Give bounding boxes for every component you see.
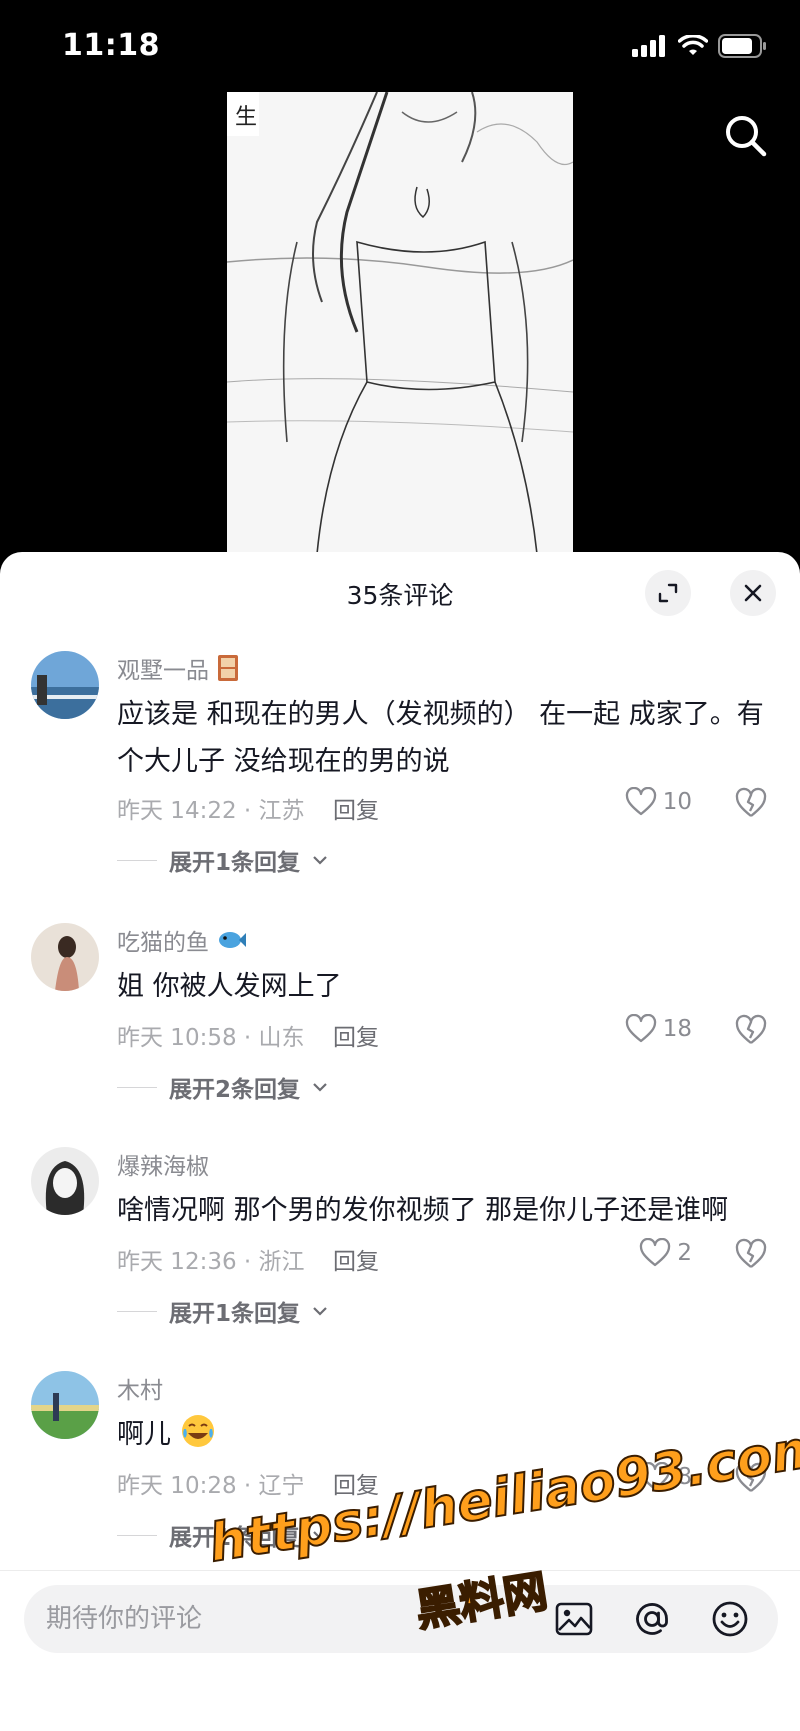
comment-input-bar [24, 1585, 778, 1653]
avatar[interactable] [31, 923, 99, 991]
dislike-button[interactable] [734, 1462, 768, 1496]
expand-replies[interactable]: 展开1条回复 [117, 1518, 328, 1552]
comment-input[interactable] [46, 1585, 526, 1653]
broken-heart-icon [735, 1238, 767, 1268]
close-icon [744, 584, 762, 602]
search-icon [726, 116, 767, 157]
expand-replies[interactable]: 展开1条回复 [117, 1294, 328, 1328]
reply-button[interactable]: 回复 [333, 1018, 379, 1052]
avatar[interactable] [31, 1147, 99, 1215]
like-button[interactable]: 10 [625, 787, 692, 817]
battery-icon [718, 34, 766, 58]
comment-text: 啥情况啊 那个男的发你视频了 那是你儿子还是谁啊 [117, 1195, 729, 1226]
chevron-down-icon [313, 1531, 327, 1540]
like-count: 18 [662, 1016, 692, 1042]
at-icon [636, 1603, 668, 1635]
comment-author[interactable]: 观墅一品 [117, 651, 239, 685]
divider [117, 1310, 157, 1312]
wifi-icon [678, 35, 708, 55]
comment-meta: 昨天 10:28 · 辽宁 [117, 1473, 305, 1499]
divider [117, 859, 157, 861]
comment-text: 应该是 和现在的男人（发视频的） 在一起 成家了。有个大儿子 没给现在的男的说 [117, 699, 764, 777]
divider [117, 1534, 157, 1536]
emoji-icon [712, 1601, 748, 1637]
like-button[interactable]: 18 [625, 1014, 692, 1044]
comment-author[interactable]: 木村 [117, 1371, 163, 1405]
signal-icon [632, 35, 665, 57]
like-count: 8 [677, 1464, 692, 1490]
broken-heart-icon [735, 1014, 767, 1044]
reply-button[interactable]: 回复 [333, 791, 379, 825]
avatar[interactable] [31, 1371, 99, 1439]
comment-meta: 昨天 10:58 · 山东 [117, 1025, 305, 1051]
chevron-down-icon [313, 856, 327, 865]
divider [117, 1086, 157, 1088]
expand-replies[interactable]: 展开1条回复 [117, 843, 328, 877]
video-thumbnail[interactable]: 生 [227, 92, 573, 554]
search-button[interactable] [720, 110, 772, 162]
divider [0, 1570, 800, 1571]
comment-meta: 昨天 12:36 · 浙江 [117, 1249, 305, 1275]
close-button[interactable] [730, 570, 776, 616]
svg-text:生: 生 [235, 105, 257, 130]
status-icons [632, 34, 768, 58]
mention-button[interactable] [632, 1599, 672, 1639]
sheet-header: 35条评论 [0, 552, 800, 634]
comment-text: 啊儿 [117, 1411, 777, 1458]
status-time: 11:18 [62, 28, 160, 63]
broken-heart-icon [735, 787, 767, 817]
image-button[interactable] [554, 1599, 594, 1639]
dislike-button[interactable] [734, 1238, 768, 1272]
chevron-down-icon [313, 1307, 327, 1316]
heart-icon [640, 1238, 671, 1267]
avatar[interactable] [31, 651, 99, 719]
fish-emoji-icon [219, 932, 246, 948]
dislike-button[interactable] [734, 787, 768, 821]
broken-heart-icon [735, 1462, 767, 1492]
laugh-cry-emoji-icon [181, 1415, 214, 1447]
comment-text: 姐 你被人发网上了 [117, 971, 342, 1002]
reply-button[interactable]: 回复 [333, 1242, 379, 1276]
comment-author[interactable]: 吃猫的鱼 [117, 923, 247, 957]
dislike-button[interactable] [734, 1014, 768, 1048]
reply-button[interactable]: 回复 [333, 1466, 379, 1500]
heart-icon [640, 1462, 671, 1491]
heart-icon [625, 1014, 656, 1043]
chevron-down-icon [313, 1083, 327, 1092]
like-count: 2 [677, 1240, 692, 1266]
image-icon [555, 1602, 593, 1636]
door-emoji-icon [218, 655, 238, 681]
like-button[interactable]: 8 [639, 1462, 692, 1492]
expand-replies[interactable]: 展开2条回复 [117, 1070, 328, 1104]
comment-meta: 昨天 14:22 · 江苏 [117, 798, 305, 824]
heart-icon [625, 787, 656, 816]
status-bar: 11:18 [0, 0, 800, 92]
expand-button[interactable] [645, 570, 691, 616]
like-button[interactable]: 2 [639, 1238, 692, 1268]
comment-author[interactable]: 爆辣海椒 [117, 1147, 209, 1181]
expand-icon [658, 583, 678, 603]
like-count: 10 [662, 789, 692, 815]
sketch-illustration: 生 [227, 92, 573, 554]
emoji-button[interactable] [710, 1599, 750, 1639]
